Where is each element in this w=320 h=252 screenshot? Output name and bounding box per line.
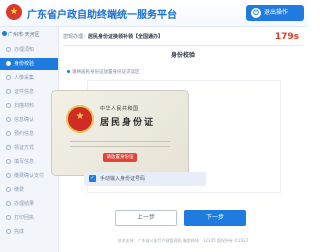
sidebar-item-label: 完成 — [14, 229, 25, 235]
step-dot-icon — [6, 159, 11, 164]
place-card-badge: 请放置身份证 — [103, 153, 137, 162]
sidebar-item-payment-confirm[interactable]: 缴费确认支付 — [0, 170, 58, 182]
step-dot-icon — [6, 61, 11, 66]
exit-button[interactable]: ⏻ 退出操作 — [246, 5, 304, 21]
police-emblem-icon: ★ — [6, 4, 22, 20]
sidebar-item-appointment[interactable]: 预约信息 — [0, 128, 58, 140]
sidebar-item-label: 打印回执 — [14, 215, 35, 221]
sidebar-item-portrait[interactable]: 人像采集 — [0, 72, 58, 84]
sidebar-item-label: 缴费 — [14, 187, 25, 193]
footer-text: 技术支持：广东省公安厅户政管理局 服务热线：12345 版权所有 ©2022 — [117, 238, 249, 243]
step-dot-icon — [6, 117, 11, 122]
countdown-timer: 179s — [274, 32, 299, 42]
previous-step-button[interactable]: 上一步 — [115, 210, 177, 226]
step-dot-icon — [6, 89, 11, 94]
location-text: 广州市·天河区 — [8, 32, 40, 38]
breadcrumb-service-name: 居民身份证换领补领【全国通办】 — [88, 34, 164, 40]
header-divider — [63, 45, 303, 46]
sidebar-item-payment[interactable]: 缴费 — [0, 184, 58, 196]
id-card-illustration: ★ 中华人民共和国 居民身份证 请放置身份证 — [51, 90, 189, 176]
sidebar-item-notice[interactable]: 办理须知 — [0, 44, 58, 56]
sidebar-item-pickup[interactable]: 领证方式 — [0, 142, 58, 154]
manual-input-label: 手动输入身份证号码 — [100, 176, 146, 182]
sidebar-item-label: 预约信息 — [14, 131, 35, 137]
breadcrumb: 您现办理：居民身份证换领补领【全国通办】 — [63, 30, 303, 44]
bullet-icon — [67, 70, 70, 73]
sidebar-item-label: 缴费确认支付 — [14, 173, 45, 179]
sidebar-item-scan-docs[interactable]: 扫描材料 — [0, 100, 58, 112]
manual-id-input-button[interactable]: ✓ 手动输入身份证号码 — [84, 172, 206, 186]
sidebar-item-fill-info[interactable]: 填写信息 — [0, 156, 58, 168]
national-emblem-icon: ★ — [66, 105, 94, 133]
sidebar-item-card-info[interactable]: 证件信息 — [0, 86, 58, 98]
step-dot-icon — [6, 201, 11, 206]
app-window: ★ 广东省户政自助终端统一服务平台 ⏻ 退出操作 广州市·天河区 办理须知 身份… — [0, 0, 308, 252]
instruction-label: 请将居民身份证放置身份证识读区 — [72, 70, 140, 75]
step-dot-icon — [6, 187, 11, 192]
section-title: 身份校验 — [170, 52, 195, 59]
sidebar-item-label: 办理须知 — [14, 47, 35, 53]
sidebar-item-label: 证件信息 — [14, 89, 35, 95]
step-dot-icon — [6, 229, 11, 234]
step-dot-icon — [6, 75, 11, 80]
step-dot-icon — [6, 173, 11, 178]
step-dot-icon — [6, 131, 11, 136]
instruction-text: 请将居民身份证放置身份证识读区 — [67, 69, 140, 75]
location-pin-icon — [2, 31, 7, 36]
sidebar-item-label: 信息确认 — [14, 117, 35, 123]
sidebar-item-done[interactable]: 完成 — [0, 226, 58, 238]
sidebar-item-confirm[interactable]: 信息确认 — [0, 114, 58, 126]
sidebar-item-label: 领证方式 — [14, 145, 35, 151]
next-step-button[interactable]: 下一步 — [184, 210, 246, 226]
sidebar-item-label: 人像采集 — [14, 75, 35, 81]
sidebar-item-label: 身份校验 — [14, 61, 35, 67]
step-dot-icon — [6, 103, 11, 108]
sidebar-item-label: 扫描材料 — [14, 103, 35, 109]
sidebar-item-result[interactable]: 办理结果 — [0, 198, 58, 210]
step-dot-icon — [6, 47, 11, 52]
location-label: 广州市·天河区 — [2, 30, 56, 40]
breadcrumb-prefix: 您现办理： — [63, 34, 89, 40]
step-dot-icon — [6, 145, 11, 150]
checkbox-icon: ✓ — [89, 175, 96, 182]
sidebar-item-identity-check[interactable]: 身份校验 — [0, 58, 58, 70]
app-title: 广东省户政自助终端统一服务平台 — [27, 10, 177, 21]
exit-icon: ⏻ — [251, 8, 261, 18]
card-country: 中华人民共和国 — [100, 106, 139, 112]
sidebar-item-print-receipt[interactable]: 打印回执 — [0, 212, 58, 224]
sidebar-item-label: 填写信息 — [14, 159, 35, 165]
app-header: ★ 广东省户政自助终端统一服务平台 ⏻ 退出操作 — [0, 0, 308, 27]
step-dot-icon — [6, 215, 11, 220]
card-title: 居民身份证 — [100, 118, 156, 128]
exit-button-label: 退出操作 — [264, 9, 289, 16]
sidebar-item-label: 办理结果 — [14, 201, 35, 207]
